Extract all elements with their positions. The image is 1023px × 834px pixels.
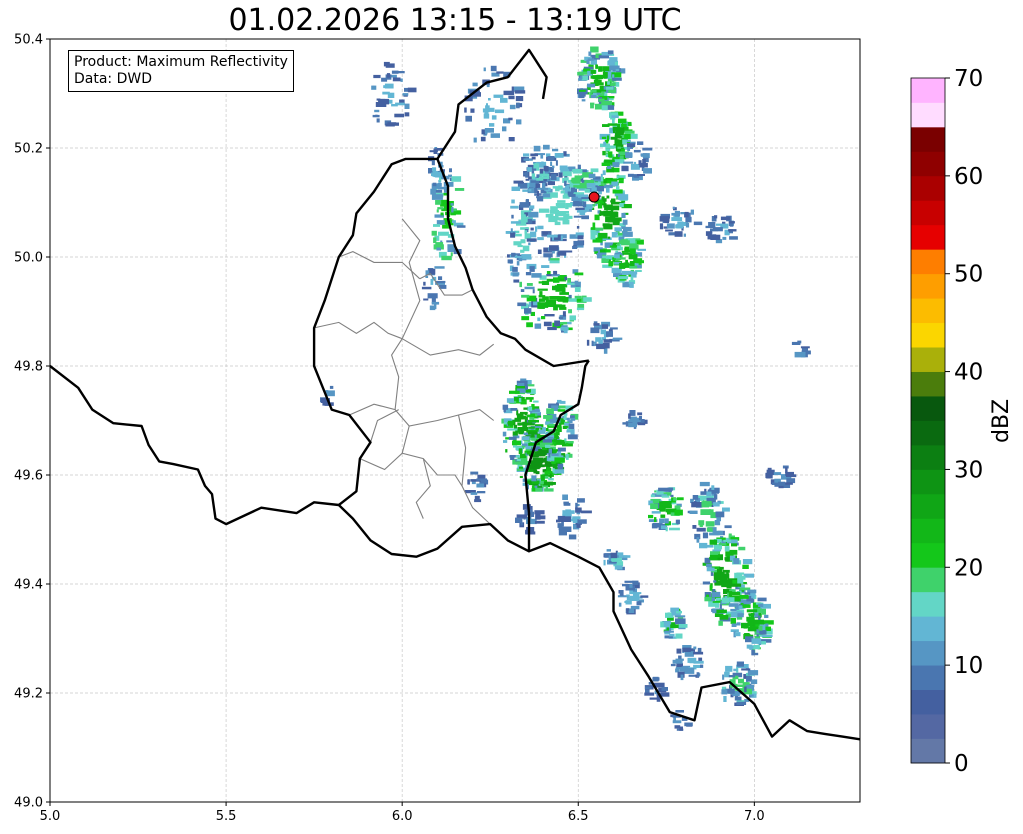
colorbar-segment: [911, 591, 945, 617]
colorbar-tick-label: 70: [954, 66, 983, 92]
colorbar-segment: [911, 542, 945, 568]
colorbar-segment: [911, 249, 945, 275]
colorbar-tick-label: 40: [954, 360, 983, 386]
colorbar-tick-label: 60: [954, 164, 983, 190]
colorbar-segment: [911, 420, 945, 446]
colorbar-segment: [911, 640, 945, 666]
colorbar-segment: [911, 518, 945, 544]
colorbar-tick-label: 10: [954, 653, 983, 679]
colorbar-segment: [911, 347, 945, 372]
colorbar-segment: [911, 567, 945, 593]
colorbar-tick-label: 50: [954, 262, 983, 288]
colorbar-segment: [911, 78, 945, 103]
colorbar-segment: [911, 738, 945, 764]
colorbar-segment: [911, 102, 945, 128]
colorbar-segment: [911, 665, 945, 690]
colorbar-segment: [911, 273, 945, 299]
colorbar-segment: [911, 322, 945, 348]
colorbar-segment: [911, 224, 945, 250]
colorbar-segment: [911, 616, 945, 642]
colorbar-segment: [911, 126, 945, 152]
colorbar: 0 10 20 30 40 50 60 70: [910, 66, 983, 777]
colorbar-segment: [911, 371, 945, 397]
colorbar-label: dBZ: [989, 398, 1014, 443]
colorbar-segment: [911, 298, 945, 324]
colorbar-segment: [911, 151, 945, 177]
colorbar-segment: [911, 469, 945, 495]
colorbar-tick-label: 20: [954, 555, 983, 581]
colorbar-segment: [911, 396, 945, 421]
colorbar-segment: [911, 175, 945, 201]
colorbar-segment: [911, 200, 945, 226]
colorbar-tick-label: 30: [954, 457, 983, 483]
colorbar-tick-label: 0: [954, 751, 969, 777]
colorbar-segment: [911, 714, 945, 739]
colorbar-segment: [911, 444, 945, 470]
colorbar-segment: [911, 493, 945, 519]
colorbar-segment: [911, 689, 945, 715]
